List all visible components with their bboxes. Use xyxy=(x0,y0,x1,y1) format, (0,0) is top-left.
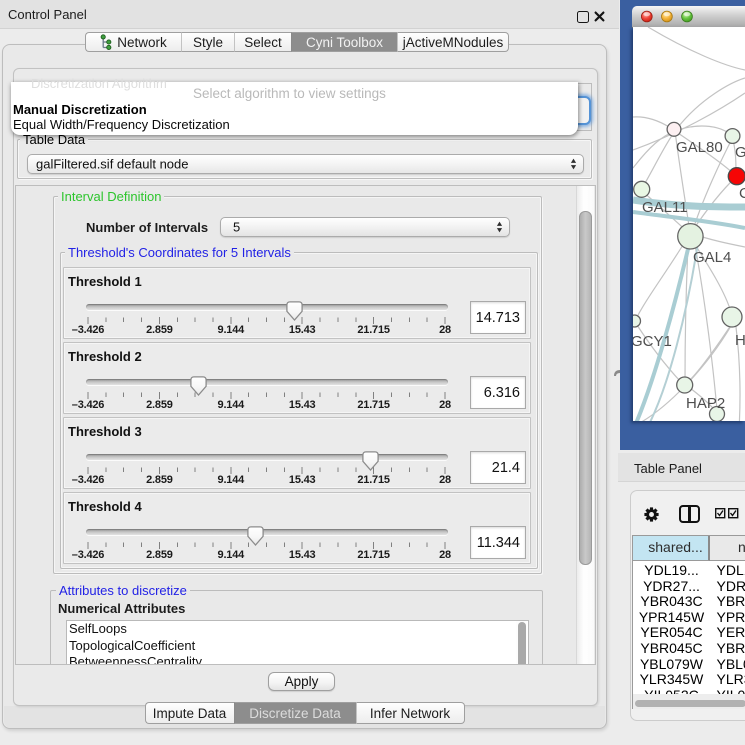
svg-text:GCY1: GCY1 xyxy=(633,333,672,350)
svg-text:GAL80: GAL80 xyxy=(676,139,723,156)
svg-text:HAP2: HAP2 xyxy=(686,395,725,412)
svg-text:CY: CY xyxy=(739,185,745,202)
svg-text:H: H xyxy=(735,332,745,349)
svg-text:GAL3: GAL3 xyxy=(735,144,745,161)
svg-text:GAL4: GAL4 xyxy=(693,249,731,266)
svg-text:GAL11: GAL11 xyxy=(642,199,688,216)
